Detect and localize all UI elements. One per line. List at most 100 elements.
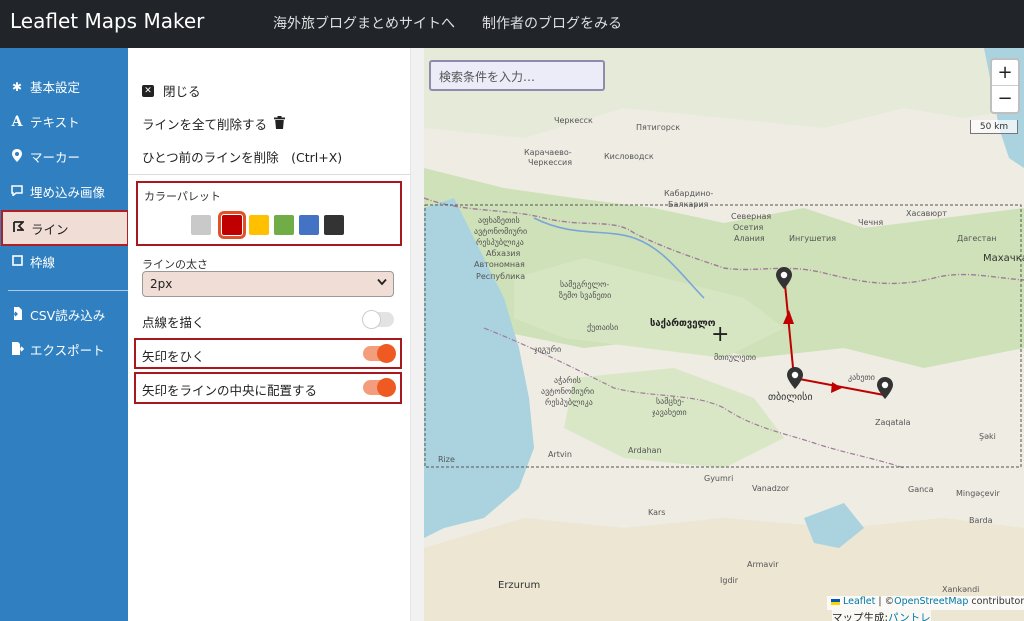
leaflet-link[interactable]: Leaflet bbox=[843, 596, 875, 607]
osm-link[interactable]: OpenStreetMap bbox=[894, 596, 968, 607]
dashed-line-row: 点線を描く bbox=[142, 308, 396, 332]
sidebar-divider bbox=[8, 290, 128, 291]
sidebar-item-label: ライン bbox=[31, 221, 69, 237]
color-swatch-green[interactable] bbox=[274, 215, 294, 235]
map-label: Mingəçevir bbox=[956, 489, 1000, 498]
gear-icon: ✱ bbox=[11, 79, 23, 94]
map-label: Xankəndi bbox=[942, 585, 980, 594]
sidebar-item-label: 基本設定 bbox=[30, 80, 81, 95]
scale-bar: 50 km bbox=[970, 120, 1018, 134]
map-label: Gyumri bbox=[704, 474, 734, 483]
map-label: რესპუბლიკა bbox=[476, 238, 524, 247]
map-marker-pin-icon[interactable] bbox=[776, 267, 792, 293]
color-swatch-red[interactable] bbox=[218, 211, 246, 239]
map-label: ჯიგური bbox=[534, 345, 562, 354]
map-canvas[interactable]: Черкесск Пятигорск Карачаево- Черкессия … bbox=[424, 48, 1024, 621]
map-label: Ardahan bbox=[628, 446, 662, 455]
map-attribution: Leaflet | ©OpenStreetMap contributors bbox=[827, 596, 1024, 610]
sidebar-item-label: マーカー bbox=[30, 150, 81, 165]
map-label: Ингушетия bbox=[789, 234, 837, 243]
made-by-prefix: マップ生成: bbox=[832, 612, 889, 621]
trash-icon bbox=[274, 115, 286, 132]
file-import-icon bbox=[10, 306, 24, 323]
map-label: თბილისი bbox=[768, 392, 813, 403]
map-label: ზემო სვანეთი bbox=[559, 291, 612, 300]
delete-all-label: ラインを全て削除する bbox=[142, 117, 268, 132]
zoom-out-button[interactable]: − bbox=[992, 86, 1018, 112]
arrow-center-row: 矢印をラインの中央に配置する bbox=[142, 376, 396, 400]
map-label: Erzurum bbox=[498, 580, 541, 591]
map-label: Дагестан bbox=[957, 234, 997, 243]
dashed-line-toggle[interactable] bbox=[362, 310, 394, 329]
map-label: Şəki bbox=[979, 432, 996, 441]
map-label: Республика bbox=[476, 272, 526, 281]
sidebar-item-border[interactable]: 枠線 bbox=[0, 245, 128, 278]
map-label: აფხაზეთის bbox=[478, 216, 520, 225]
map-label: Zaqatala bbox=[875, 418, 911, 427]
attribution-separator: | © bbox=[875, 596, 895, 607]
close-icon: ✕ bbox=[142, 84, 154, 97]
arrow-toggle[interactable] bbox=[363, 344, 396, 363]
close-label: 閉じる bbox=[163, 84, 201, 99]
close-button[interactable]: ✕ 閉じる bbox=[142, 81, 201, 100]
map-label: Балкария bbox=[668, 200, 709, 209]
sidebar-item-text[interactable]: A テキスト bbox=[0, 105, 128, 138]
map-label: სამეგრელო- bbox=[560, 280, 610, 289]
color-palette-label: カラーパレット bbox=[144, 190, 221, 203]
line-width-select[interactable]: 2px bbox=[142, 271, 394, 297]
map-marker-pin-icon[interactable] bbox=[877, 377, 893, 403]
line-settings-panel: ✕ 閉じる ラインを全て削除する ひとつ前のラインを削除 (Ctrl+X) カラ… bbox=[128, 48, 410, 621]
made-by-credit: マップ生成:パントレ bbox=[832, 610, 931, 621]
map-label: Rize bbox=[438, 455, 455, 464]
map-label: Махачка bbox=[983, 253, 1024, 264]
arrow-center-toggle[interactable] bbox=[363, 378, 396, 397]
map-label: Кабардино- bbox=[664, 189, 714, 198]
map-label: რესპუბლიკა bbox=[545, 398, 593, 407]
arrow-center-label: 矢印をラインの中央に配置する bbox=[142, 383, 318, 398]
nav-link-blog-summary[interactable]: 海外旅ブログまとめサイトへ bbox=[273, 13, 455, 33]
map-pin-icon bbox=[10, 148, 24, 165]
made-by-link[interactable]: パントレ bbox=[888, 612, 931, 621]
color-swatch-gray[interactable] bbox=[191, 215, 211, 235]
chevron-down-icon bbox=[377, 278, 387, 289]
panel-scrollbar[interactable] bbox=[410, 48, 424, 621]
map-label: Автономная bbox=[474, 260, 525, 269]
map-label: Хасавюрт bbox=[906, 209, 947, 218]
delete-all-lines-button[interactable]: ラインを全て削除する bbox=[142, 114, 286, 133]
route-icon bbox=[11, 220, 25, 236]
color-swatch-yellow[interactable] bbox=[249, 215, 269, 235]
dashed-line-label: 点線を描く bbox=[142, 315, 205, 330]
map-marker-pin-icon[interactable] bbox=[787, 367, 803, 393]
color-swatch-blue[interactable] bbox=[299, 215, 319, 235]
arrow-label: 矢印をひく bbox=[142, 349, 205, 364]
map-label: Карачаево- bbox=[524, 148, 572, 157]
sidebar-item-label: 枠線 bbox=[30, 255, 56, 270]
sidebar-item-marker[interactable]: マーカー bbox=[0, 140, 128, 173]
sidebar-item-line[interactable]: ライン bbox=[1, 210, 129, 246]
sidebar-item-label: テキスト bbox=[30, 115, 80, 130]
map-label: სამცხე- bbox=[656, 397, 685, 406]
map-label: ავტონომიური bbox=[474, 227, 528, 236]
square-icon bbox=[10, 254, 24, 269]
sidebar-item-embed-image[interactable]: 埋め込み画像 bbox=[0, 175, 128, 208]
nav-link-author-blog[interactable]: 制作者のブログをみる bbox=[482, 13, 622, 33]
sidebar-item-export[interactable]: エクスポート bbox=[0, 333, 128, 366]
map-label: ქუთაისი bbox=[587, 323, 619, 332]
color-swatch-black[interactable] bbox=[324, 215, 344, 235]
map-label: Осетия bbox=[733, 223, 764, 232]
map-search-input[interactable]: 検索条件を入力… bbox=[429, 60, 605, 91]
top-navbar: Leaflet Maps Maker 海外旅ブログまとめサイトへ 制作者のブログ… bbox=[0, 0, 1024, 48]
map-label: Armavir bbox=[747, 560, 779, 569]
zoom-in-button[interactable]: + bbox=[992, 60, 1018, 86]
color-palette-section: カラーパレット bbox=[136, 181, 402, 246]
crosshair-cursor-icon: + bbox=[711, 322, 730, 347]
sidebar-item-basic-settings[interactable]: ✱ 基本設定 bbox=[0, 70, 128, 103]
brand-title[interactable]: Leaflet Maps Maker bbox=[10, 9, 204, 33]
sidebar-item-csv-import[interactable]: CSV読み込み bbox=[0, 298, 128, 331]
map-label: Абхазия bbox=[486, 249, 521, 258]
map-label: Алания bbox=[734, 234, 765, 243]
zoom-control: + − bbox=[990, 58, 1020, 114]
sidebar: ✱ 基本設定 A テキスト マーカー 埋め込み画像 ライン 枠線 CSV読み込み bbox=[0, 48, 129, 621]
map-label: Пятигорск bbox=[636, 123, 681, 132]
undo-line-button[interactable]: ひとつ前のラインを削除 (Ctrl+X) bbox=[142, 147, 342, 166]
